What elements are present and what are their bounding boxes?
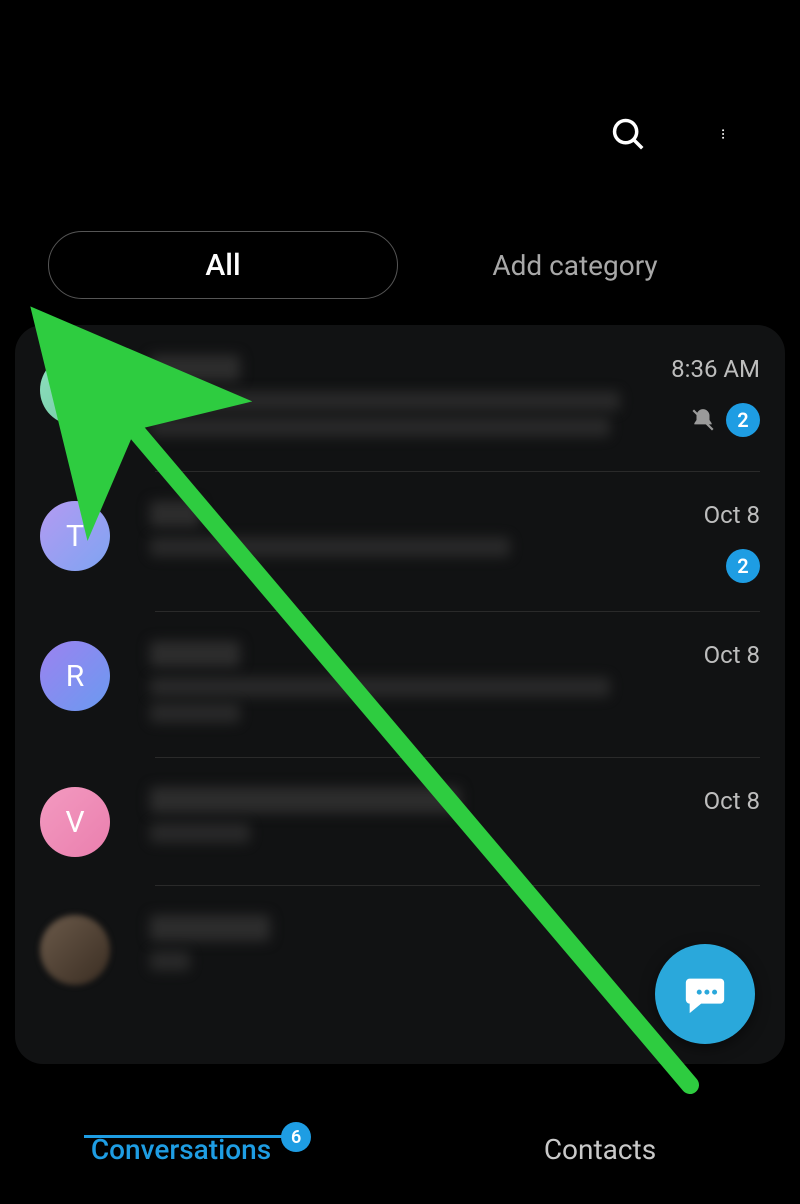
more-vert-icon[interactable] <box>702 110 750 158</box>
conversation-row[interactable]: V Oct 8 <box>15 757 785 885</box>
avatar[interactable]: T <box>40 501 110 571</box>
timestamp: 8:36 AM <box>671 355 760 383</box>
tab-add-category[interactable]: Add category <box>398 249 752 282</box>
conversation-preview <box>150 915 640 977</box>
conversation-row[interactable]: 8:36 AM 2 <box>15 325 785 471</box>
conversation-preview <box>150 501 640 563</box>
bottom-nav: Conversations 6 Contacts <box>0 1094 800 1204</box>
timestamp: Oct 8 <box>704 787 760 815</box>
chat-icon <box>682 971 728 1017</box>
conversation-meta: Oct 8 <box>650 641 760 669</box>
tab-contacts[interactable]: Contacts <box>400 1133 800 1166</box>
active-underline <box>84 1135 284 1138</box>
conversation-preview <box>150 787 640 849</box>
avatar[interactable] <box>40 915 110 985</box>
conversations-count-badge: 6 <box>281 1122 311 1152</box>
top-toolbar <box>604 110 750 158</box>
category-tabs: All Add category <box>48 230 752 300</box>
conversation-row[interactable]: T Oct 8 2 <box>15 471 785 611</box>
tab-all[interactable]: All <box>48 231 398 299</box>
conversation-row[interactable]: R Oct 8 <box>15 611 785 757</box>
bell-off-icon <box>690 407 716 433</box>
tab-conversations[interactable]: Conversations 6 <box>0 1133 400 1166</box>
tab-label: Contacts <box>544 1133 656 1166</box>
search-icon[interactable] <box>604 110 652 158</box>
conversation-preview <box>150 641 640 729</box>
conversation-meta: 8:36 AM 2 <box>650 355 760 437</box>
person-icon <box>58 373 92 407</box>
avatar[interactable]: V <box>40 787 110 857</box>
avatar[interactable]: R <box>40 641 110 711</box>
unread-badge: 2 <box>726 403 760 437</box>
conversation-list: 8:36 AM 2 T Oct 8 2 R <box>15 325 785 1064</box>
unread-badge: 2 <box>726 549 760 583</box>
timestamp: Oct 8 <box>704 501 760 529</box>
conversation-meta: Oct 8 <box>650 787 760 815</box>
conversation-meta: Oct 8 2 <box>650 501 760 583</box>
compose-button[interactable] <box>655 944 755 1044</box>
timestamp: Oct 8 <box>704 641 760 669</box>
avatar[interactable] <box>40 355 110 425</box>
conversation-preview <box>150 355 640 443</box>
